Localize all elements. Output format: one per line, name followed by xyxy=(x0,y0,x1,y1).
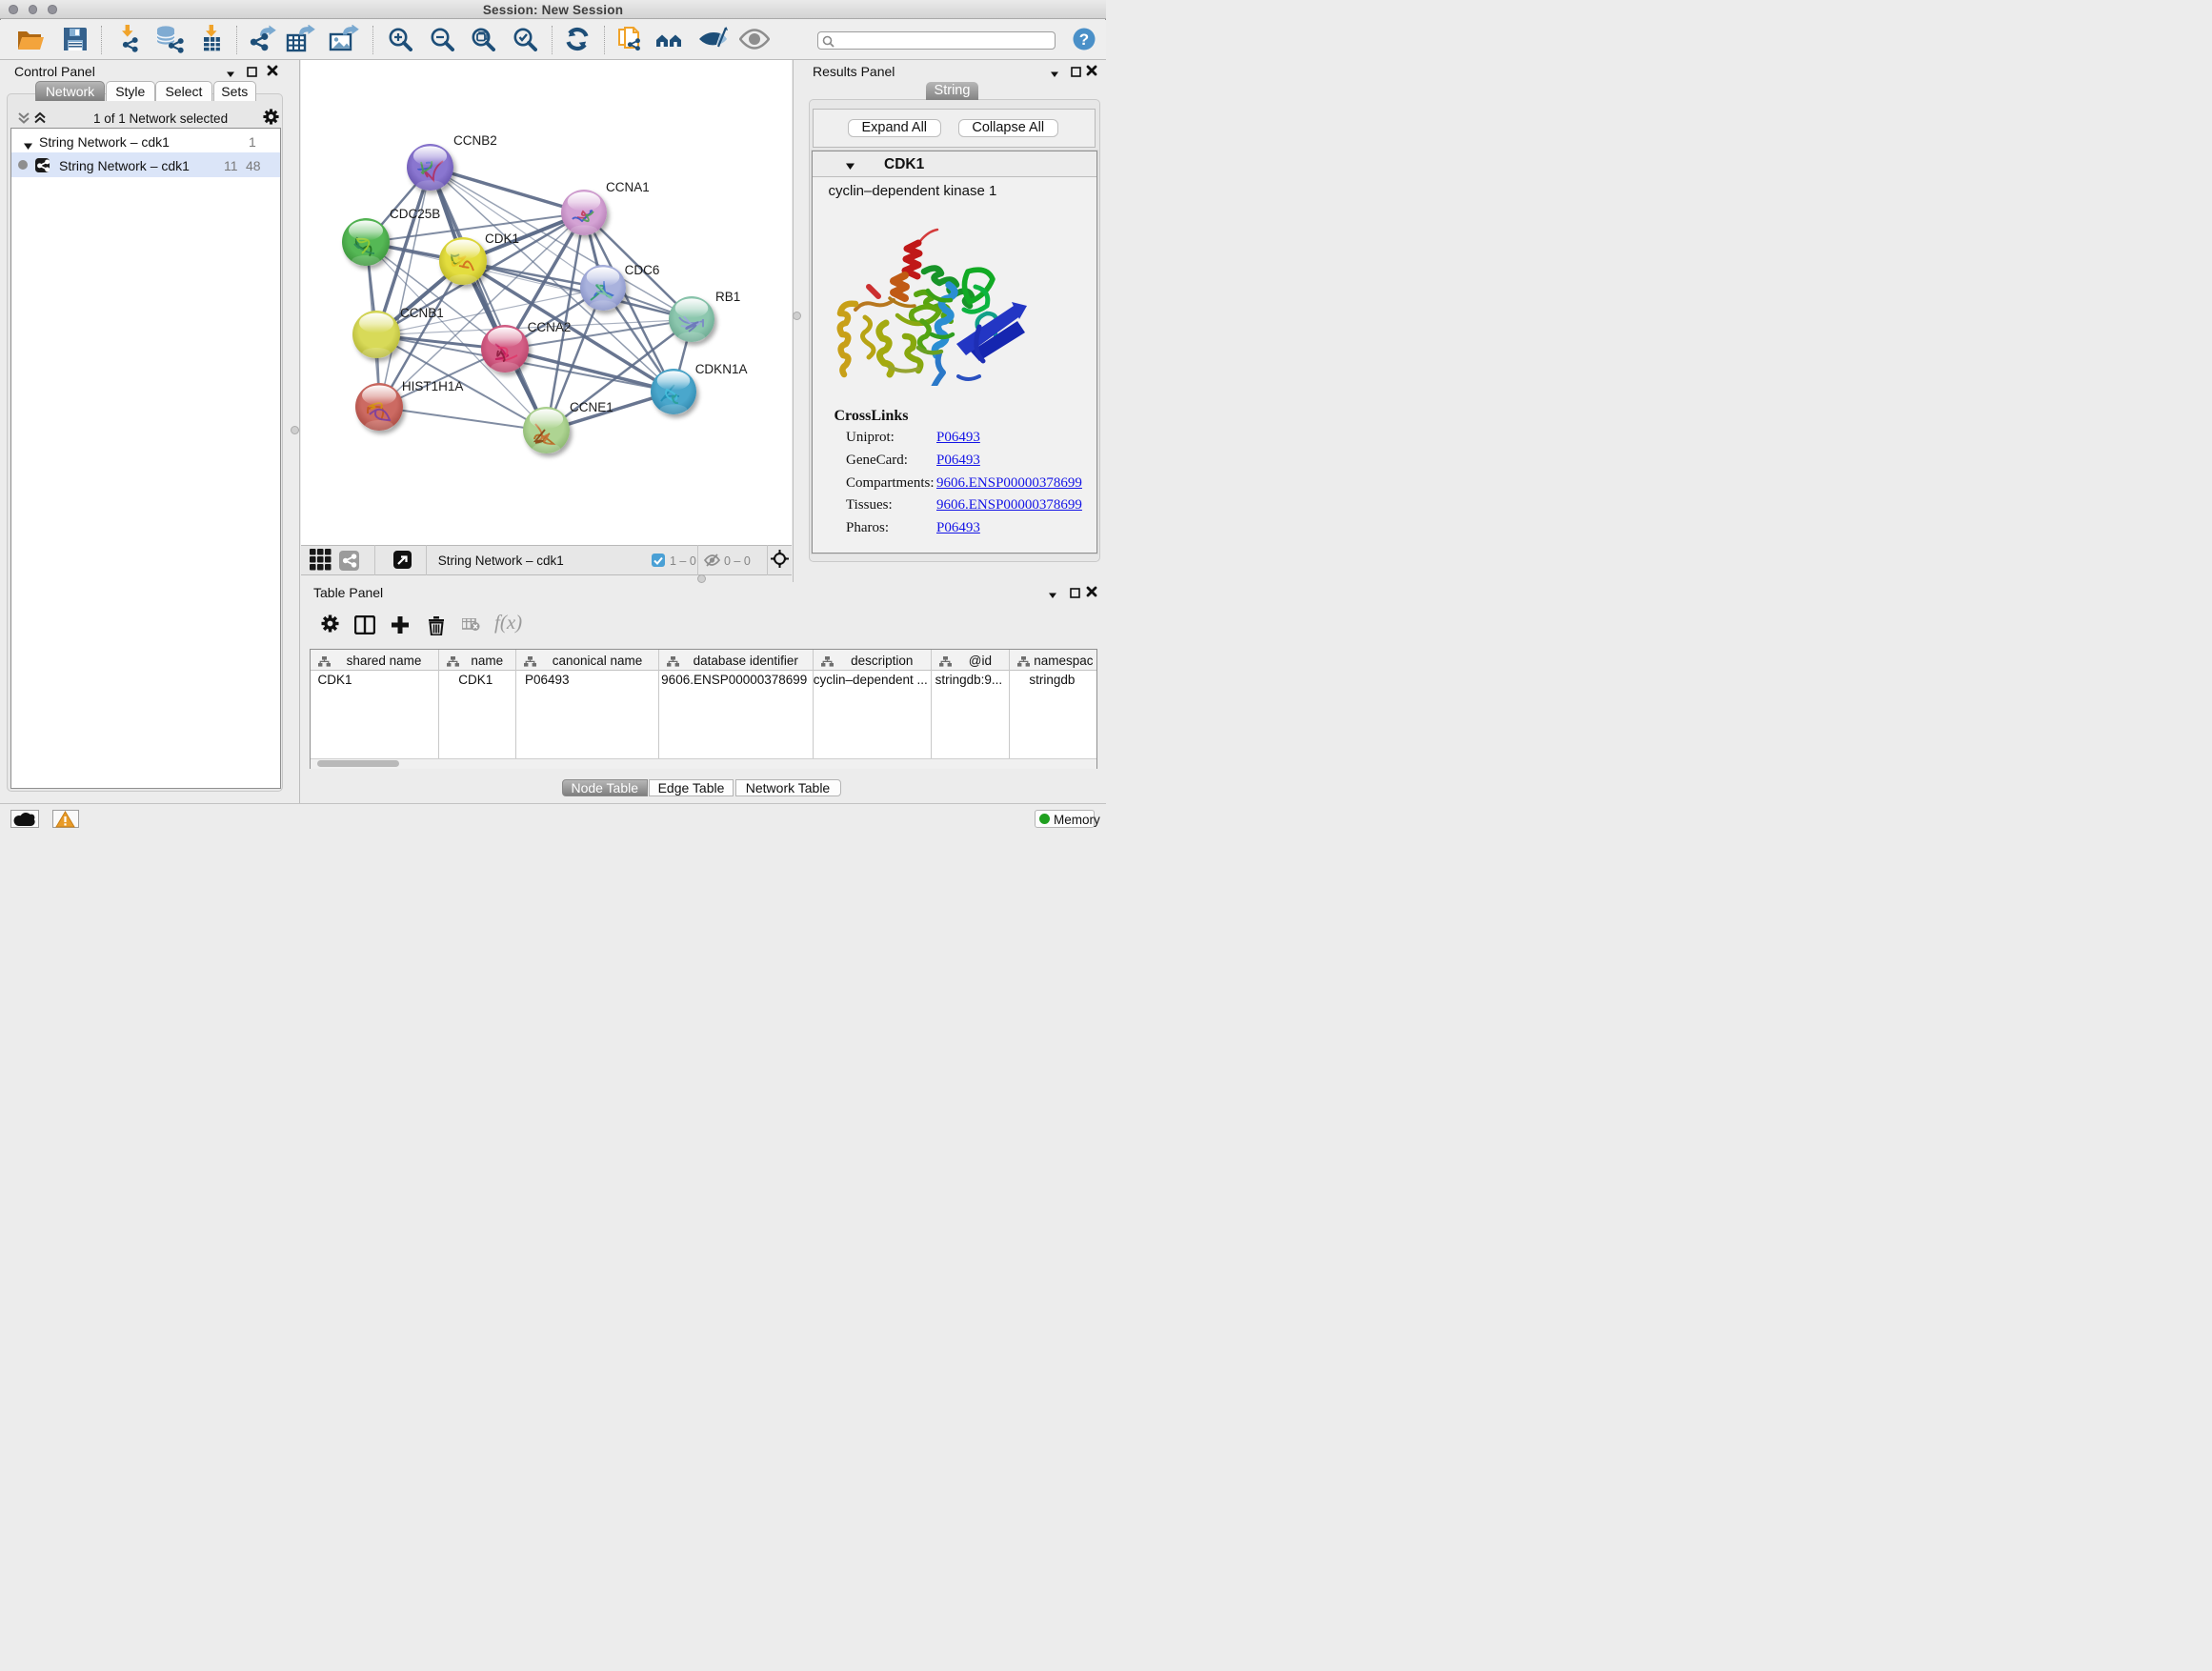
svg-text:?: ? xyxy=(1079,30,1089,49)
